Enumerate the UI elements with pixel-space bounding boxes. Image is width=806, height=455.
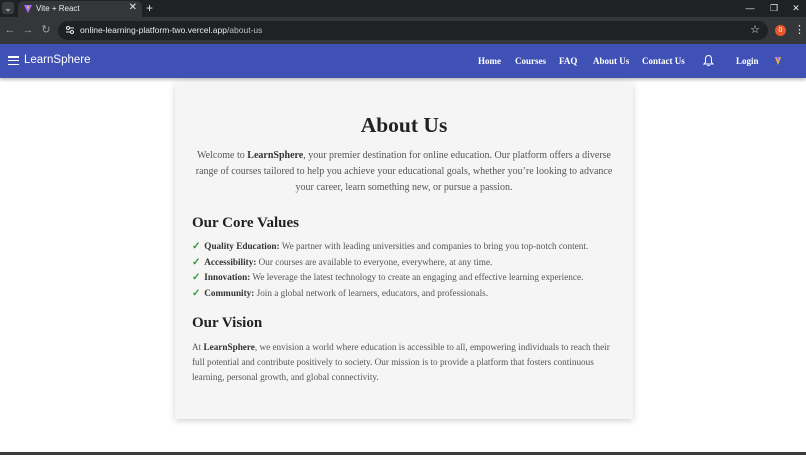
list-item: ✓ Innovation: We leverage the latest tec… (192, 270, 622, 286)
nav-faq[interactable]: FAQ (559, 55, 577, 67)
value-label: Quality Education: (204, 241, 280, 251)
vite-logo-icon (775, 57, 781, 65)
browser-toolbar: ← → ↻ online-learning-platform-two.verce… (0, 17, 806, 44)
browser-tab-bar: ⌄ Vite + React ✕ + — ❐ ✕ (0, 0, 806, 17)
checkmark-icon: ✓ (192, 241, 201, 252)
brand-logo-text[interactable]: LearnSphere (24, 53, 91, 68)
intro-brand: LearnSphere (247, 150, 304, 161)
value-label: Community: (204, 287, 255, 298)
app-header: LearnSphere Home Courses FAQ About Us Co… (0, 44, 806, 78)
checkmark-icon: ✓ (192, 287, 201, 299)
minimize-icon[interactable]: — (738, 0, 762, 17)
more-menu-icon[interactable]: ⋮ (794, 23, 805, 37)
value-text: Join a global network of learners, educa… (254, 287, 489, 298)
list-item: ✓ Quality Education: We partner with lea… (192, 239, 622, 255)
nav-courses[interactable]: Courses (515, 55, 546, 67)
nav-contact-us[interactable]: Contact Us (642, 55, 685, 67)
bell-icon[interactable] (703, 54, 714, 67)
back-arrow-icon[interactable]: ← (3, 23, 17, 37)
vite-favicon-icon (24, 5, 32, 13)
vision-brand: LearnSphere (203, 342, 255, 352)
tab-close-icon[interactable]: ✕ (129, 2, 137, 14)
login-button[interactable]: Login (736, 55, 759, 67)
close-icon[interactable]: ✕ (786, 0, 806, 17)
list-item: ✓ Accessibility: Our courses are availab… (192, 255, 622, 271)
value-text: We partner with leading universities and… (279, 241, 589, 251)
intro-paragraph: Welcome to LearnSphere, your premier des… (190, 148, 618, 196)
vision-prefix: At (192, 342, 204, 352)
reload-icon[interactable]: ↻ (39, 23, 53, 37)
vision-heading: Our Vision (192, 315, 263, 331)
vision-paragraph: At LearnSphere, we envision a world wher… (192, 340, 612, 385)
new-tab-button[interactable]: + (146, 0, 153, 16)
tune-icon[interactable] (64, 24, 76, 36)
checkmark-icon: ✓ (192, 256, 201, 268)
core-values-heading: Our Core Values (192, 215, 299, 231)
forward-arrow-icon[interactable]: → (21, 23, 35, 37)
vision-rest: , we envision a world where education is… (192, 342, 610, 382)
value-text: We leverage the latest technology to cre… (250, 272, 584, 282)
url-text: online-learning-platform-two.vercel.app/… (80, 25, 262, 36)
value-text: Our courses are available to everyone, e… (256, 256, 493, 267)
url-host: online-learning-platform-two.vercel.app (80, 25, 227, 35)
tab-list-chevron-down-icon[interactable]: ⌄ (2, 2, 14, 14)
page-title: About Us (360, 113, 448, 137)
tab-title: Vite + React (36, 4, 80, 13)
value-label: Innovation: (204, 272, 251, 282)
restore-icon[interactable]: ❐ (762, 0, 786, 17)
star-icon[interactable]: ☆ (750, 23, 760, 37)
nav-home[interactable]: Home (478, 55, 501, 67)
profile-badge[interactable]: 0 (775, 25, 786, 36)
list-item: ✓ Community: Join a global network of le… (192, 286, 622, 302)
address-bar[interactable]: online-learning-platform-two.vercel.app/… (58, 21, 768, 40)
intro-prefix: Welcome to (196, 150, 248, 161)
url-path: /about-us (226, 25, 263, 35)
about-card: About Us Welcome to LearnSphere, your pr… (175, 82, 633, 419)
browser-tab[interactable]: Vite + React ✕ (18, 1, 142, 17)
checkmark-icon: ✓ (192, 272, 201, 283)
core-values-list: ✓ Quality Education: We partner with lea… (192, 239, 622, 301)
value-label: Accessibility: (204, 256, 257, 267)
nav-about-us[interactable]: About Us (593, 55, 629, 67)
hamburger-menu-icon[interactable] (8, 56, 19, 66)
